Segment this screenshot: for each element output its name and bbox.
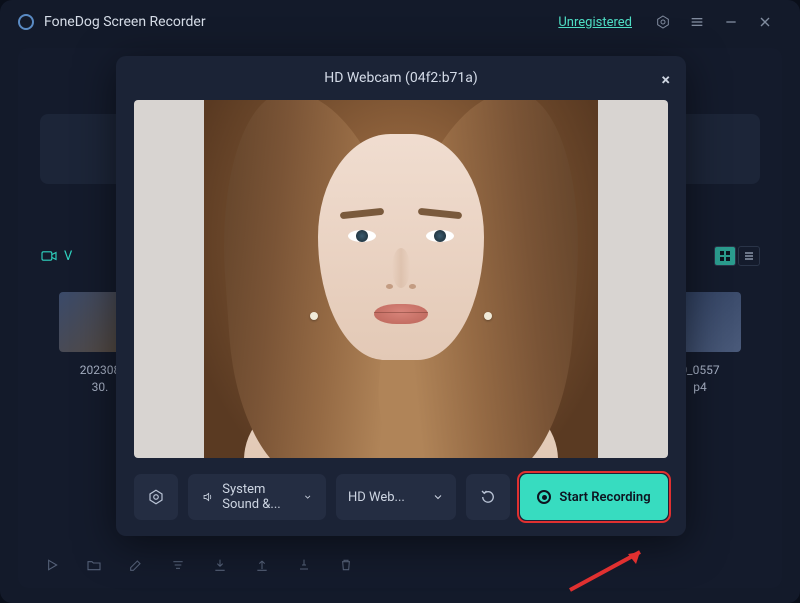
cut-icon[interactable] [296,557,312,577]
app-window: FoneDog Screen Recorder Unregistered Vid… [0,0,800,603]
reset-button[interactable] [466,474,510,520]
video-filter-tab[interactable]: V [40,249,72,264]
record-icon [537,490,551,504]
rename-icon[interactable] [128,557,144,577]
modal-controls: System Sound &... HD Web... Start Record… [134,474,668,520]
settings-hex-icon[interactable] [654,13,672,31]
audio-source-select[interactable]: System Sound &... [188,474,326,520]
file-name-label: 0_0557 p4 [680,362,719,396]
minimize-icon[interactable] [722,13,740,31]
camera-source-select[interactable]: HD Web... [336,474,456,520]
download-icon[interactable] [212,557,228,577]
app-title: FoneDog Screen Recorder [44,14,206,30]
file-name-label: 202308 30. [80,362,120,396]
chevron-down-icon [303,491,312,503]
recorder-settings-button[interactable] [134,474,178,520]
trash-icon[interactable] [338,557,354,577]
chevron-down-icon [432,491,444,503]
unregistered-link[interactable]: Unregistered [558,15,632,30]
close-icon[interactable] [756,13,774,31]
view-list-button[interactable] [738,246,760,266]
filter-icon[interactable] [170,557,186,577]
start-recording-label: Start Recording [559,490,650,505]
modal-title: HD Webcam (04f2:b71a) [324,70,478,86]
bottom-toolbar [18,546,782,588]
view-grid-button[interactable] [714,246,736,266]
play-icon[interactable] [44,557,60,577]
camera-source-label: HD Web... [348,490,405,505]
menu-icon[interactable] [688,13,706,31]
title-bar: FoneDog Screen Recorder Unregistered [0,0,800,44]
webcam-preview [134,100,668,458]
webcam-modal: HD Webcam (04f2:b71a) × [116,56,686,536]
modal-close-icon[interactable]: × [662,70,671,89]
start-recording-button[interactable]: Start Recording [520,474,668,520]
folder-icon[interactable] [86,557,102,577]
audio-source-label: System Sound &... [222,482,302,512]
modal-title-bar: HD Webcam (04f2:b71a) × [116,56,686,100]
app-logo-icon [18,14,34,30]
share-icon[interactable] [254,557,270,577]
